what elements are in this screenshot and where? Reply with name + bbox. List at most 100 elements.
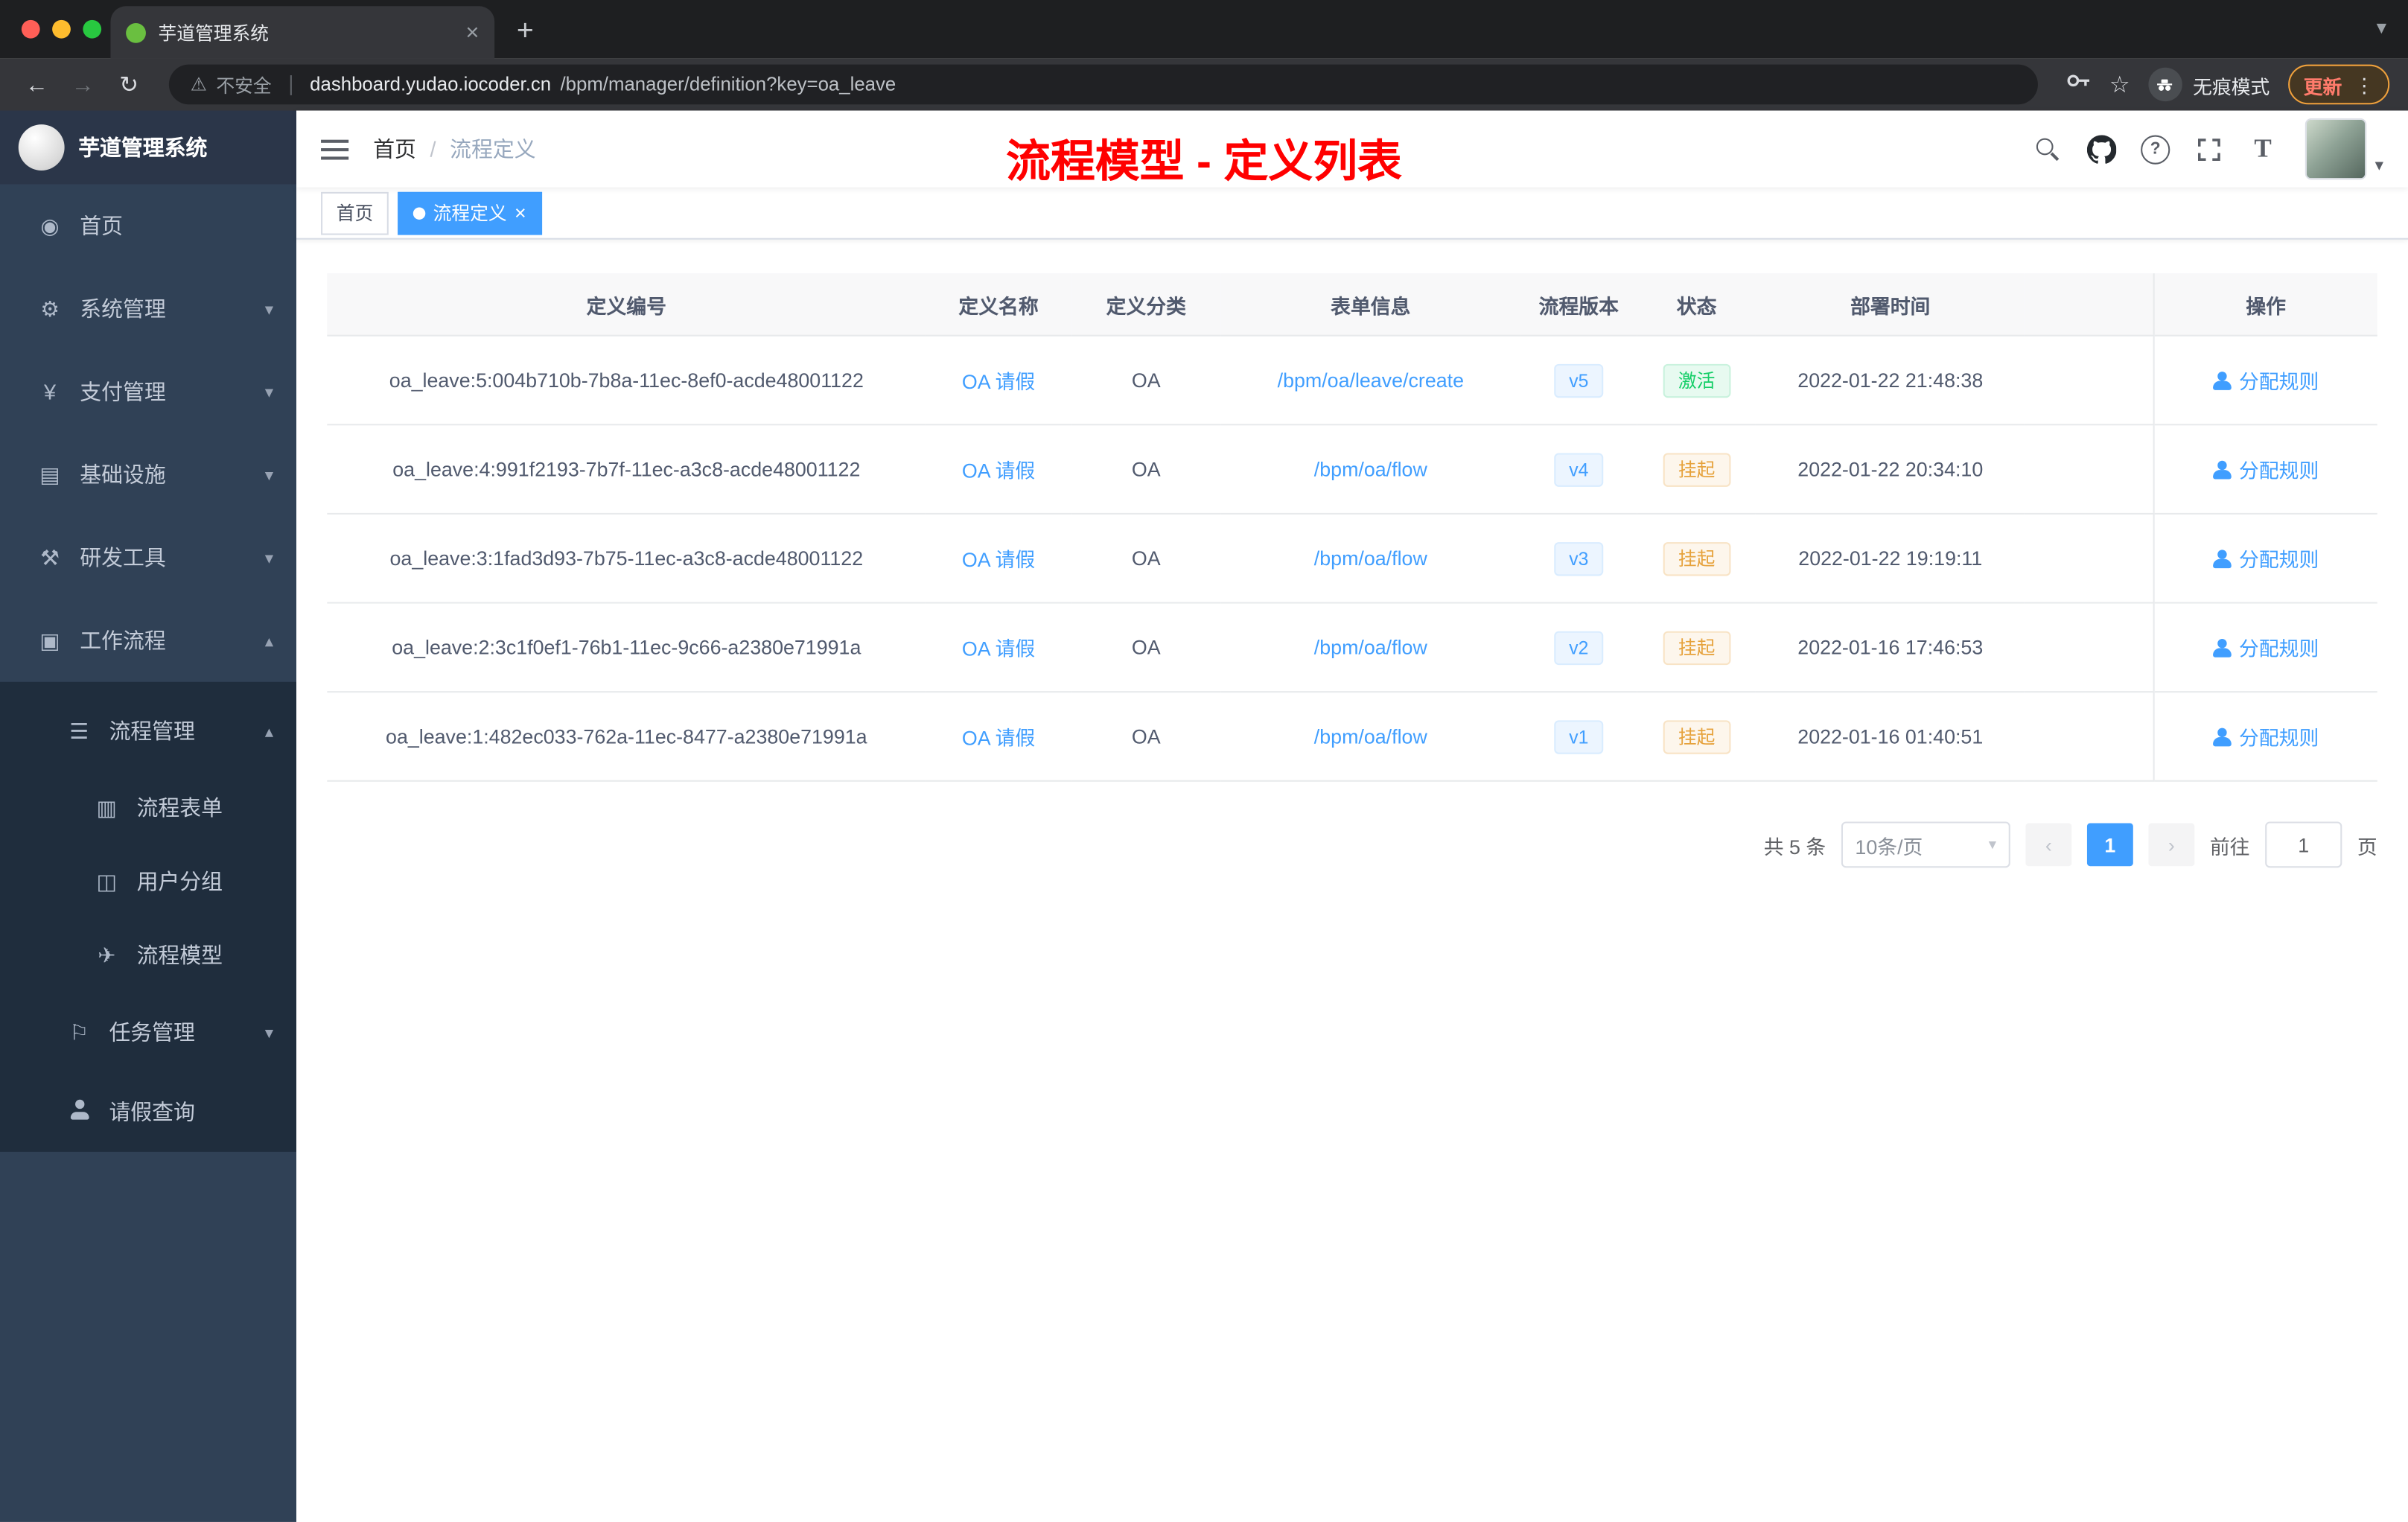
search-icon[interactable] bbox=[2028, 129, 2068, 169]
close-window-button[interactable] bbox=[21, 19, 40, 39]
tag-process-definition[interactable]: 流程定义 × bbox=[398, 191, 542, 235]
tools-icon: ⚒ bbox=[40, 544, 60, 570]
goto-page-input[interactable] bbox=[2265, 821, 2342, 868]
page-size-value: 10条/页 bbox=[1855, 834, 1923, 858]
form-link[interactable]: /bpm/oa/flow bbox=[1314, 547, 1427, 570]
tag-label: 首页 bbox=[336, 203, 374, 225]
assign-rule-link[interactable]: 分配规则 bbox=[2213, 633, 2319, 662]
form-link[interactable]: /bpm/oa/flow bbox=[1314, 636, 1427, 659]
sidebar-logo[interactable]: 芋道管理系统 bbox=[0, 110, 297, 185]
new-tab-button[interactable]: + bbox=[504, 10, 547, 54]
definition-id: oa_leave:1:482ec033-762a-11ec-8477-a2380… bbox=[327, 692, 926, 782]
sidebar-item-home[interactable]: ◉ 首页 bbox=[0, 185, 296, 267]
browser-tab[interactable]: 芋道管理系统 × bbox=[110, 6, 495, 59]
definition-name-link[interactable]: OA 请假 bbox=[962, 459, 1035, 483]
user-icon bbox=[2213, 459, 2232, 479]
table-row: oa_leave:1:482ec033-762a-11ec-8477-a2380… bbox=[327, 692, 2377, 782]
col-form-info: 表单信息 bbox=[1220, 273, 1520, 337]
sidebar-item-process-management[interactable]: ☰ 流程管理 ▴ bbox=[0, 691, 296, 771]
page-1-button[interactable]: 1 bbox=[2086, 823, 2133, 867]
security-label[interactable]: 不安全 bbox=[216, 71, 271, 98]
next-page-button[interactable]: › bbox=[2148, 823, 2195, 867]
hamburger-icon[interactable] bbox=[321, 138, 349, 159]
status-badge: 挂起 bbox=[1663, 452, 1730, 486]
tab-search-chevron-icon[interactable]: ▾ bbox=[2377, 16, 2386, 40]
help-icon[interactable]: ? bbox=[2135, 129, 2176, 169]
list-icon: ☰ bbox=[69, 718, 89, 743]
filler-cell bbox=[2025, 424, 2154, 515]
deploy-time: 2022-01-16 01:40:51 bbox=[1756, 692, 2025, 782]
page-size-select[interactable]: 10条/页 ▾ bbox=[1841, 821, 2010, 868]
version-badge: v1 bbox=[1553, 719, 1604, 754]
send-icon: ✈ bbox=[98, 942, 116, 967]
tag-close-icon[interactable]: × bbox=[515, 203, 526, 223]
filler-cell bbox=[2025, 335, 2154, 426]
definition-id: oa_leave:2:3c1f0ef1-76b1-11ec-9c66-a2380… bbox=[327, 602, 926, 693]
browser-menu-icon[interactable]: ⋮ bbox=[2354, 74, 2374, 95]
yen-icon: ¥ bbox=[43, 379, 57, 404]
tab-title: 芋道管理系统 bbox=[158, 22, 269, 44]
avatar[interactable] bbox=[2305, 118, 2368, 180]
definition-id: oa_leave:4:991f2193-7b7f-11ec-a3c8-acde4… bbox=[327, 424, 926, 515]
user-menu[interactable]: ▾ bbox=[2305, 118, 2383, 180]
sidebar-item-user-group[interactable]: ◫ 用户分组 bbox=[0, 844, 296, 918]
deploy-time: 2022-01-22 20:34:10 bbox=[1756, 424, 2025, 515]
font-size-icon[interactable]: T bbox=[2243, 129, 2283, 169]
goto-label: 前往 bbox=[2209, 834, 2250, 858]
sidebar-item-label: 用户分组 bbox=[136, 869, 223, 894]
chevron-down-icon: ▾ bbox=[264, 465, 274, 485]
breadcrumb-home[interactable]: 首页 bbox=[373, 133, 416, 164]
maximize-window-button[interactable] bbox=[83, 19, 102, 39]
form-link[interactable]: /bpm/oa/flow bbox=[1314, 458, 1427, 481]
sidebar-item-infrastructure[interactable]: ▤ 基础设施 ▾ bbox=[0, 433, 296, 516]
sidebar-item-process-form[interactable]: ▥ 流程表单 bbox=[0, 771, 296, 844]
assign-rule-link[interactable]: 分配规则 bbox=[2213, 455, 2319, 484]
back-button[interactable]: ← bbox=[19, 71, 56, 98]
minimize-window-button[interactable] bbox=[52, 19, 71, 39]
bookmark-star-icon[interactable]: ☆ bbox=[2109, 71, 2130, 98]
fullscreen-icon[interactable] bbox=[2189, 129, 2229, 169]
chevron-down-icon: ▾ bbox=[264, 383, 274, 402]
assign-rule-link[interactable]: 分配规则 bbox=[2213, 722, 2319, 751]
password-key-icon[interactable] bbox=[2065, 69, 2091, 100]
url-divider bbox=[290, 74, 292, 95]
col-definition-category: 定义分类 bbox=[1071, 273, 1221, 337]
sidebar-item-system[interactable]: ⚙ 系统管理 ▾ bbox=[0, 267, 296, 350]
sidebar-item-process-model[interactable]: ✈ 流程模型 bbox=[0, 918, 296, 992]
chevron-down-icon: ▾ bbox=[1988, 836, 1997, 853]
sidebar-item-leave-query[interactable]: 请假查询 bbox=[0, 1072, 296, 1152]
address-bar[interactable]: ⚠ 不安全 dashboard.yudao.iocoder.cn /bpm/ma… bbox=[168, 64, 2037, 105]
page: 芋道管理系统 ◉ 首页 ⚙ 系统管理 ▾ ¥ 支付管理 ▾ ▤ 基础设施 ▾ ⚒… bbox=[0, 110, 2408, 1522]
chevron-up-icon: ▴ bbox=[264, 631, 274, 651]
chevron-down-icon: ▾ bbox=[264, 549, 274, 568]
definition-name-link[interactable]: OA 请假 bbox=[962, 727, 1035, 750]
form-link[interactable]: /bpm/oa/leave/create bbox=[1278, 369, 1464, 392]
reload-button[interactable]: ↻ bbox=[111, 71, 148, 98]
github-icon[interactable] bbox=[2082, 129, 2122, 169]
sidebar-item-dev-tools[interactable]: ⚒ 研发工具 ▾ bbox=[0, 516, 296, 599]
definition-id: oa_leave:3:1fad3d93-7b75-11ec-a3c8-acde4… bbox=[327, 513, 926, 604]
chrome-update-button[interactable]: 更新 ⋮ bbox=[2288, 64, 2390, 105]
workflow-icon: ▣ bbox=[39, 627, 60, 652]
col-status: 状态 bbox=[1637, 273, 1756, 337]
definition-name-link[interactable]: OA 请假 bbox=[962, 637, 1035, 660]
filler-cell bbox=[2025, 692, 2154, 782]
definition-name-link[interactable]: OA 请假 bbox=[962, 548, 1035, 571]
table-header-row: 定义编号 定义名称 定义分类 表单信息 流程版本 状态 部署时间 操作 bbox=[327, 273, 2377, 337]
assign-rule-link[interactable]: 分配规则 bbox=[2213, 366, 2319, 395]
sidebar-item-task-management[interactable]: ⚐ 任务管理 ▾ bbox=[0, 992, 296, 1072]
chevron-up-icon: ▴ bbox=[264, 722, 274, 742]
form-link[interactable]: /bpm/oa/flow bbox=[1314, 725, 1427, 748]
tag-home[interactable]: 首页 bbox=[321, 191, 389, 235]
assign-rule-link[interactable]: 分配规则 bbox=[2213, 544, 2319, 573]
prev-page-button[interactable]: ‹ bbox=[2025, 823, 2072, 867]
definition-name-link[interactable]: OA 请假 bbox=[962, 370, 1035, 393]
browser-toolbar: ← → ↻ ⚠ 不安全 dashboard.yudao.iocoder.cn /… bbox=[0, 58, 2408, 111]
sidebar-item-payment[interactable]: ¥ 支付管理 ▾ bbox=[0, 350, 296, 433]
tab-close-icon[interactable]: × bbox=[465, 21, 479, 44]
col-process-version: 流程版本 bbox=[1520, 273, 1637, 337]
forward-button[interactable]: → bbox=[65, 71, 102, 98]
sidebar-item-label: 系统管理 bbox=[80, 296, 166, 322]
sidebar-item-workflow[interactable]: ▣ 工作流程 ▴ bbox=[0, 599, 296, 681]
content: 定义编号 定义名称 定义分类 表单信息 流程版本 状态 部署时间 操作 oa_l… bbox=[296, 239, 2408, 1522]
